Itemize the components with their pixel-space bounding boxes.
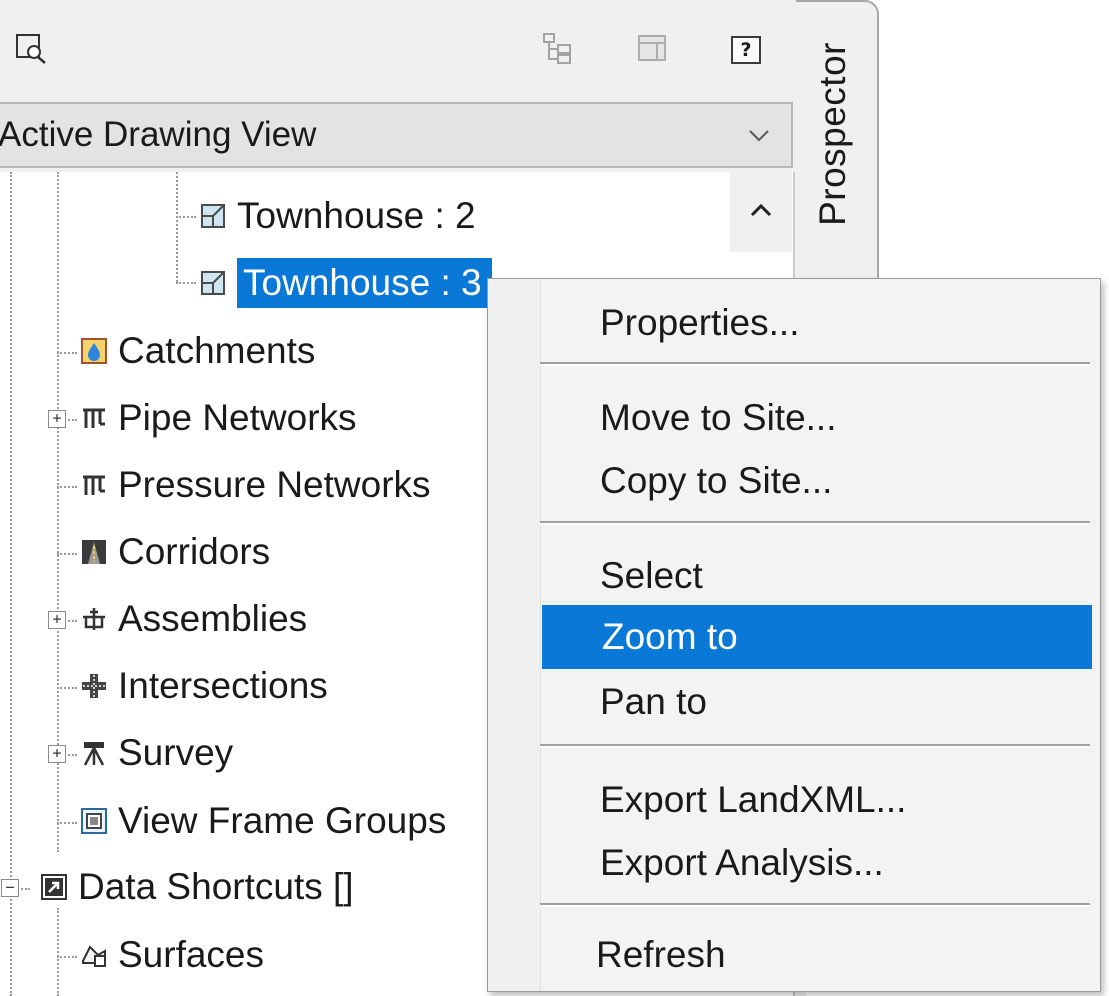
- parcel-icon: [201, 204, 225, 228]
- expand-icon[interactable]: +: [48, 410, 66, 428]
- menu-item-copy-to-site[interactable]: Copy to Site...: [540, 449, 1090, 513]
- context-menu: Properties... Move to Site... Copy to Si…: [487, 278, 1101, 992]
- menu-separator: [540, 521, 1090, 525]
- tree-node-label: Intersections: [118, 665, 328, 706]
- tree-node-surfaces[interactable]: Surfaces: [80, 930, 264, 980]
- chevron-up-icon: [750, 203, 772, 217]
- shortcut-icon: [41, 874, 67, 900]
- menu-item-select[interactable]: Select: [540, 544, 1090, 608]
- view-selector-value: Active Drawing View: [0, 115, 317, 154]
- catchment-icon: [81, 338, 107, 364]
- expand-icon[interactable]: +: [48, 611, 66, 629]
- tree-node-label: Pressure Networks: [118, 464, 431, 505]
- tree-scroll-up-button[interactable]: [730, 172, 792, 252]
- tree-node-label: Surfaces: [118, 934, 265, 975]
- menu-separator: [540, 362, 1090, 366]
- tree-node-survey[interactable]: Survey: [80, 728, 233, 778]
- table-view-icon[interactable]: [632, 30, 672, 66]
- parcel-icon: [201, 271, 225, 295]
- chevron-down-icon: [746, 122, 772, 153]
- prospector-tab[interactable]: Prospector: [796, 0, 879, 300]
- tree-node-label: Assemblies: [118, 598, 308, 639]
- survey-icon: [83, 742, 105, 766]
- tree-node-intersections[interactable]: Intersections: [80, 661, 328, 711]
- tree-node-label: Survey: [118, 732, 234, 773]
- view-frame-icon: [81, 808, 107, 834]
- prospector-tab-label: Prospector: [812, 42, 853, 226]
- menu-separator: [540, 744, 1090, 748]
- pressure-network-icon: [83, 475, 105, 495]
- tree-node-catchments[interactable]: Catchments: [80, 326, 315, 376]
- surface-icon: [82, 945, 106, 967]
- assembly-icon: [83, 608, 105, 630]
- help-button[interactable]: ?: [731, 36, 761, 64]
- tree-node-corridors[interactable]: Corridors: [80, 527, 270, 577]
- tree-node-townhouse-2[interactable]: Townhouse : 2: [199, 191, 476, 241]
- zoom-preview-icon[interactable]: [12, 30, 52, 66]
- tree-node-label: View Frame Groups: [118, 800, 447, 841]
- menu-item-move-to-site[interactable]: Move to Site...: [540, 386, 1090, 450]
- tree-node-label: Townhouse : 3: [237, 258, 492, 308]
- tree-node-data-shortcuts[interactable]: Data Shortcuts []: [40, 862, 354, 912]
- menu-item-zoom-to[interactable]: Zoom to: [542, 605, 1092, 669]
- menu-item-export-landxml[interactable]: Export LandXML...: [540, 768, 1090, 832]
- menu-icon-gutter: [488, 279, 541, 991]
- view-selector-dropdown[interactable]: Active Drawing View: [0, 102, 793, 168]
- tree-node-label: Data Shortcuts []: [78, 866, 354, 907]
- tree-node-pressure-networks[interactable]: Pressure Networks: [80, 460, 431, 510]
- help-icon: ?: [740, 39, 752, 61]
- tree-node-pipe-networks[interactable]: Pipe Networks: [80, 393, 357, 443]
- menu-separator: [540, 903, 1090, 907]
- corridor-icon: [82, 540, 106, 564]
- collapse-icon[interactable]: −: [1, 879, 19, 897]
- expand-icon[interactable]: +: [48, 745, 66, 763]
- menu-item-pan-to[interactable]: Pan to: [540, 670, 1090, 734]
- tree-node-label: Corridors: [118, 531, 271, 572]
- tree-node-assemblies[interactable]: Assemblies: [80, 594, 307, 644]
- hierarchy-icon[interactable]: [538, 30, 578, 66]
- tree-node-label: Catchments: [118, 330, 316, 371]
- menu-item-export-analysis[interactable]: Export Analysis...: [540, 831, 1090, 895]
- pipe-network-icon: [83, 408, 105, 428]
- tree-node-view-frame-groups[interactable]: View Frame Groups: [80, 796, 446, 846]
- tree-node-label: Townhouse : 2: [237, 195, 476, 236]
- tree-node-label: Pipe Networks: [118, 397, 357, 438]
- menu-item-properties[interactable]: Properties...: [540, 291, 1090, 355]
- menu-item-refresh[interactable]: Refresh: [540, 923, 1090, 987]
- intersection-icon: [82, 674, 106, 698]
- tree-node-townhouse-3[interactable]: Townhouse : 3: [199, 258, 492, 308]
